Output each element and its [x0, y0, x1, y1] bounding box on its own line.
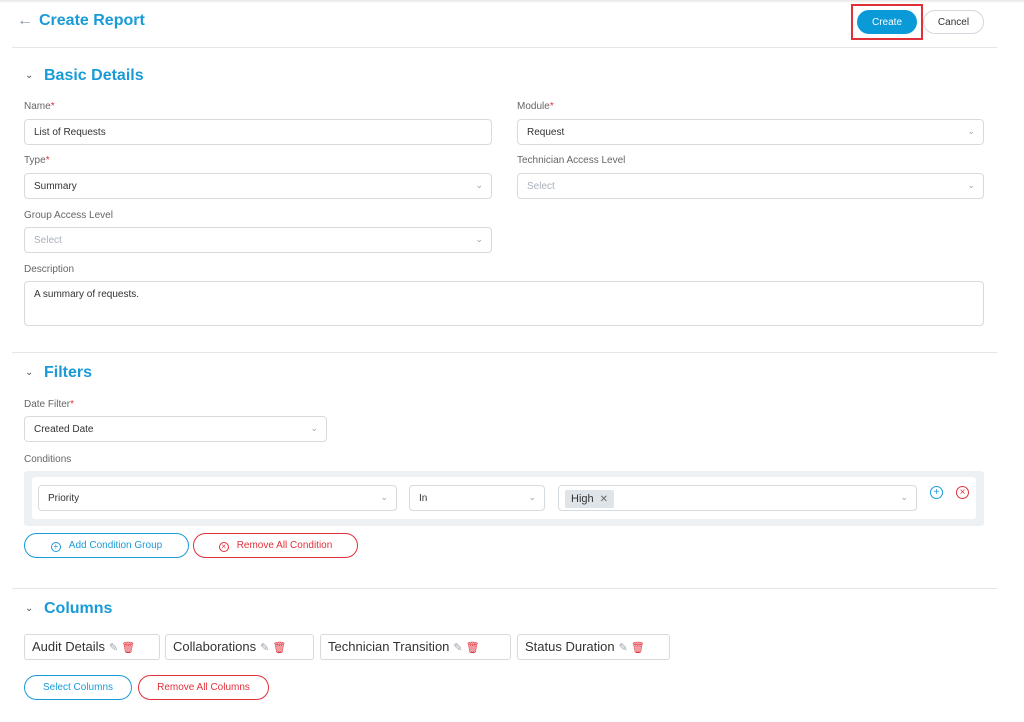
page-header: ← Create Report Create Cancel	[12, 4, 997, 48]
column-chip-label: Collaborations	[173, 639, 257, 654]
add-condition-group-button[interactable]: + Add Condition Group	[24, 533, 189, 558]
condition-field-select[interactable]: Priority ⌄	[38, 485, 397, 511]
trash-icon[interactable]: 🗑	[466, 642, 480, 654]
pencil-icon[interactable]: ✎	[619, 642, 628, 654]
basic-details-title[interactable]: Basic Details	[44, 67, 144, 85]
select-columns-button[interactable]: Select Columns	[24, 675, 132, 700]
description-value: A summary of requests.	[34, 289, 140, 300]
description-textarea[interactable]: A summary of requests.	[24, 281, 984, 326]
trash-icon[interactable]: 🗑	[121, 642, 135, 654]
chevron-down-icon: ⌄	[475, 234, 483, 244]
conditions-label: Conditions	[24, 454, 72, 465]
chevron-down-icon: ⌄	[900, 492, 908, 502]
condition-operator-select[interactable]: In ⌄	[409, 485, 545, 511]
type-select[interactable]: Summary ⌄	[24, 173, 492, 199]
x-circle-icon: ×	[218, 541, 229, 552]
column-chip-label: Status Duration	[525, 639, 615, 654]
technician-access-select[interactable]: Select ⌄	[517, 173, 984, 199]
chevron-down-icon: ⌄	[475, 180, 483, 190]
type-label: Type*	[24, 155, 50, 166]
pencil-icon[interactable]: ✎	[453, 642, 462, 654]
add-condition-icon[interactable]: +	[930, 486, 943, 499]
chevron-down-icon: ⌄	[380, 492, 388, 502]
group-access-placeholder: Select	[34, 235, 62, 246]
technician-access-placeholder: Select	[527, 181, 555, 192]
column-chip-label: Audit Details	[32, 639, 105, 654]
group-access-select[interactable]: Select ⌄	[24, 227, 492, 253]
column-chip-collaborations[interactable]: Collaborations ✎ 🗑	[165, 634, 314, 660]
condition-row: Priority ⌄ In ⌄ High ✕ ⌄ + ×	[32, 477, 976, 519]
module-value: Request	[527, 127, 565, 138]
chevron-down-icon: ⌄	[967, 126, 975, 136]
remove-condition-icon[interactable]: ×	[956, 486, 969, 499]
create-button[interactable]: Create	[857, 10, 917, 34]
name-input[interactable]: List of Requests	[24, 119, 492, 145]
chip-remove-icon[interactable]: ✕	[600, 494, 608, 505]
remove-all-condition-button[interactable]: × Remove All Condition	[193, 533, 358, 558]
column-chip-label: Technician Transition	[328, 639, 450, 654]
technician-access-label: Technician Access Level	[517, 155, 626, 166]
chevron-down-icon: ⌄	[310, 423, 318, 433]
columns-title[interactable]: Columns	[44, 600, 112, 618]
columns-chevron-icon[interactable]: ⌄	[25, 603, 33, 614]
chevron-down-icon: ⌄	[967, 180, 975, 190]
pencil-icon[interactable]: ✎	[109, 642, 118, 654]
column-chip-status-duration[interactable]: Status Duration ✎ 🗑	[517, 634, 670, 660]
value-chip-label: High	[571, 493, 594, 505]
module-select[interactable]: Request ⌄	[517, 119, 984, 145]
group-access-label: Group Access Level	[24, 210, 113, 221]
condition-value-select[interactable]: High ✕ ⌄	[558, 485, 917, 511]
remove-all-condition-label: Remove All Condition	[236, 539, 333, 551]
plus-circle-icon: +	[50, 541, 61, 552]
filters-title[interactable]: Filters	[44, 364, 92, 382]
top-shadow	[0, 0, 1024, 3]
basic-details-chevron-icon[interactable]: ⌄	[25, 70, 33, 81]
value-chip: High ✕	[565, 490, 615, 508]
cancel-button[interactable]: Cancel	[923, 10, 984, 34]
add-condition-group-label: Add Condition Group	[68, 539, 163, 551]
chevron-down-icon: ⌄	[528, 492, 536, 502]
type-value: Summary	[34, 181, 77, 192]
column-chip-technician-transition[interactable]: Technician Transition ✎ 🗑	[320, 634, 511, 660]
column-chip-audit-details[interactable]: Audit Details ✎ 🗑	[24, 634, 160, 660]
date-filter-select[interactable]: Created Date ⌄	[24, 416, 327, 442]
section-divider	[12, 352, 997, 353]
date-filter-value: Created Date	[34, 424, 94, 435]
filters-chevron-icon[interactable]: ⌄	[25, 367, 33, 378]
name-label: Name*	[24, 101, 55, 112]
condition-operator-value: In	[419, 493, 428, 504]
condition-field-value: Priority	[48, 493, 80, 504]
section-divider	[12, 588, 997, 589]
date-filter-label: Date Filter*	[24, 399, 75, 410]
description-label: Description	[24, 264, 75, 275]
pencil-icon[interactable]: ✎	[260, 642, 269, 654]
remove-all-columns-button[interactable]: Remove All Columns	[138, 675, 269, 700]
trash-icon[interactable]: 🗑	[631, 642, 645, 654]
condition-group: Priority ⌄ In ⌄ High ✕ ⌄ + ×	[24, 471, 984, 526]
trash-icon[interactable]: 🗑	[272, 642, 286, 654]
create-highlight-box: Create	[851, 4, 923, 40]
module-label: Module*	[517, 101, 554, 112]
back-arrow-icon[interactable]: ←	[17, 12, 33, 30]
name-value: List of Requests	[34, 127, 106, 138]
page-title: Create Report	[39, 12, 145, 29]
